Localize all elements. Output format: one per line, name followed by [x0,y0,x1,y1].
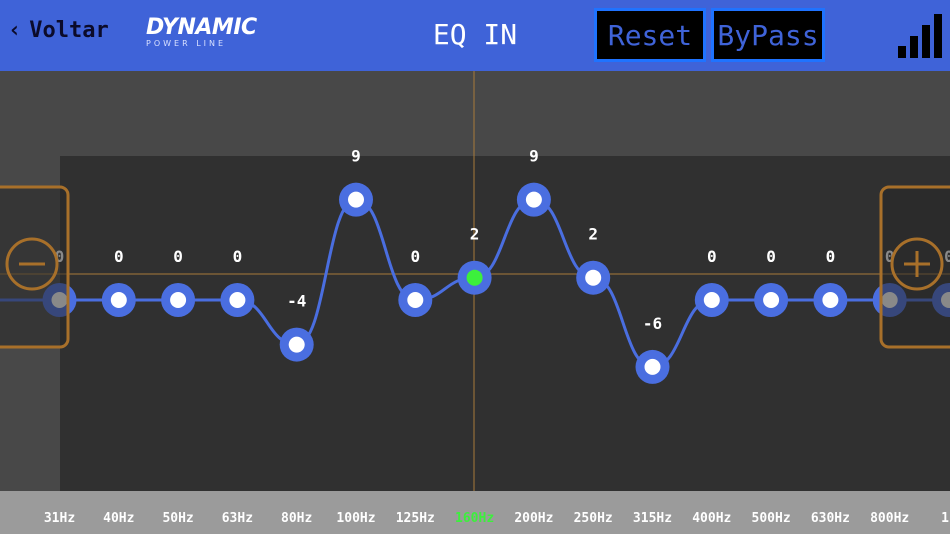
freq-label-40Hz[interactable]: 40Hz [89,511,149,526]
gain-label-63Hz: 0 [233,247,243,266]
top-bar: ‹ Voltar DYNAMIC POWER LINE EQ IN Reset … [0,0,950,71]
gain-label-160Hz: 2 [470,225,480,244]
freq-label-400Hz[interactable]: 400Hz [682,511,742,526]
freq-label-1k[interactable]: 1k [919,511,950,526]
back-button[interactable]: ‹ Voltar [8,18,109,43]
gain-label-630Hz: 0 [826,247,836,266]
eq-graph[interactable]: 0000-490292-600000 [0,71,950,491]
chevron-left-icon: ‹ [8,18,22,43]
eq-node-200Hz[interactable] [516,182,551,217]
increase-button[interactable] [879,185,950,349]
bypass-button[interactable]: ByPass [711,8,825,62]
eq-node-160Hz[interactable] [457,260,492,295]
gain-label-500Hz: 0 [766,247,776,266]
freq-label-250Hz[interactable]: 250Hz [563,511,623,526]
gain-label-315Hz: -6 [643,314,662,333]
eq-upper-shade [0,71,950,156]
eq-node-315Hz[interactable] [635,349,670,384]
decrease-button[interactable] [0,185,70,349]
freq-label-31Hz[interactable]: 31Hz [30,511,90,526]
freq-label-125Hz[interactable]: 125Hz [385,511,445,526]
freq-label-100Hz[interactable]: 100Hz [326,511,386,526]
freq-label-160Hz[interactable]: 160Hz [445,511,505,526]
logo: DYNAMIC POWER LINE [146,15,257,56]
freq-label-80Hz[interactable]: 80Hz [267,511,327,526]
freq-label-630Hz[interactable]: 630Hz [800,511,860,526]
eq-node-500Hz[interactable] [754,283,789,317]
eq-node-63Hz[interactable] [220,283,255,317]
page-title: EQ IN [432,18,518,51]
eq-node-50Hz[interactable] [161,283,196,317]
gain-label-250Hz: 2 [588,225,598,244]
eq-node-80Hz[interactable] [279,327,314,362]
eq-node-250Hz[interactable] [576,260,611,295]
freq-label-500Hz[interactable]: 500Hz [741,511,801,526]
gain-label-80Hz: -4 [287,292,306,311]
logo-text: DYNAMIC [146,15,257,40]
eq-node-400Hz[interactable] [694,283,729,317]
eq-node-630Hz[interactable] [813,283,848,317]
gain-label-200Hz: 9 [529,147,539,166]
gain-label-100Hz: 9 [351,147,361,166]
freq-label-800Hz[interactable]: 800Hz [860,511,920,526]
freq-label-63Hz[interactable]: 63Hz [207,511,267,526]
gain-label-40Hz: 0 [114,247,124,266]
logo-subtext: POWER LINE [146,39,227,48]
freq-label-315Hz[interactable]: 315Hz [623,511,683,526]
frequency-bar: 31Hz 40Hz 50Hz 63Hz 80Hz 100Hz 125Hz 160Hz 200Hz… [0,491,950,534]
back-label: Voltar [29,18,109,43]
eq-node-100Hz[interactable] [339,182,373,217]
eq-node-40Hz[interactable] [101,283,136,317]
signal-bars-icon[interactable] [898,12,942,58]
eq-node-125Hz[interactable] [398,283,433,317]
gain-label-125Hz: 0 [410,247,420,266]
reset-button[interactable]: Reset [594,8,706,62]
freq-label-50Hz[interactable]: 50Hz [148,511,208,526]
freq-label-200Hz[interactable]: 200Hz [504,511,564,526]
gain-label-50Hz: 0 [173,247,183,266]
gain-label-400Hz: 0 [707,247,717,266]
